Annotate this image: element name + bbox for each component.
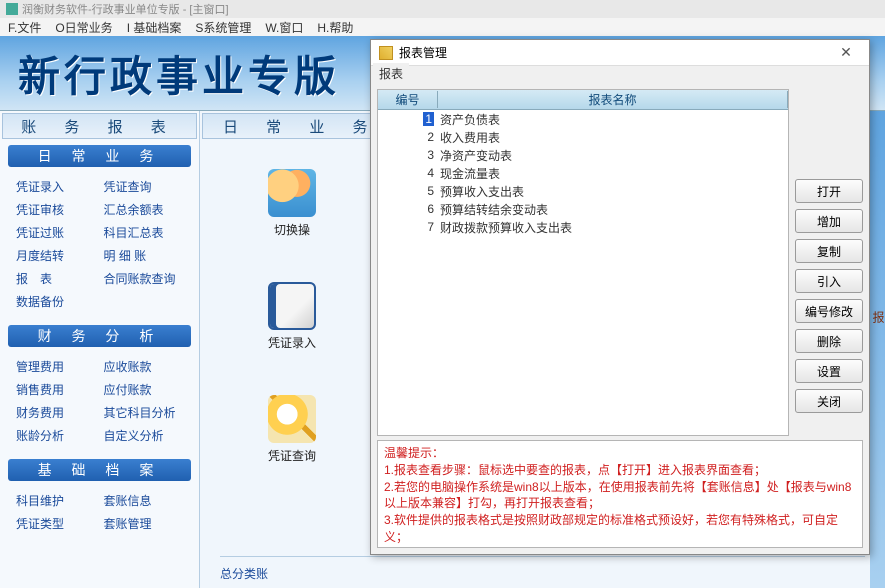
banner-title: 新行政事业专版 [18, 43, 340, 104]
dialog-icon [379, 46, 393, 60]
sidebar-link[interactable]: 账龄分析 [12, 424, 100, 447]
icon-voucher-entry[interactable]: 凭证录入 [262, 282, 322, 351]
menu-help[interactable]: H.帮助 [317, 19, 353, 35]
col-name: 报表名称 [438, 91, 788, 108]
table-row[interactable]: 7财政拨款预算收入支出表 [378, 218, 788, 236]
window-title: 润衡财务软件-行政事业单位专版 - [主窗口] [22, 1, 229, 17]
sidebar-link[interactable]: 报 表 [12, 267, 100, 290]
dialog-title: 报表管理 [399, 44, 831, 61]
dialog-button-增加[interactable]: 增加 [795, 209, 863, 233]
report-manage-dialog: 报表管理 ✕ 报表 编号 报表名称 1资产负债表2收入费用表3净资产变动表4现金… [370, 39, 870, 555]
sidebar-link[interactable]: 财务费用 [12, 401, 100, 424]
sidebar-link[interactable]: 科目维护 [12, 489, 100, 512]
sidebar-link[interactable]: 凭证过账 [12, 221, 100, 244]
dialog-group-label: 报表 [373, 63, 409, 84]
dialog-button-复制[interactable]: 复制 [795, 239, 863, 263]
sidebar-link[interactable]: 销售费用 [12, 378, 100, 401]
document-icon [268, 282, 316, 330]
sidebar-link[interactable]: 汇总余额表 [100, 198, 188, 221]
sidebar-link[interactable]: 套账管理 [100, 512, 188, 535]
table-row[interactable]: 3净资产变动表 [378, 146, 788, 164]
sidebar-section-header: 基 础 档 案 [8, 459, 191, 481]
dialog-button-编号修改[interactable]: 编号修改 [795, 299, 863, 323]
sidebar-link[interactable]: 数据备份 [12, 290, 100, 313]
dialog-button-设置[interactable]: 设置 [795, 359, 863, 383]
right-sidebar: 报 [870, 111, 885, 588]
table-row[interactable]: 1资产负债表 [378, 110, 788, 128]
sidebar-link[interactable]: 凭证查询 [100, 175, 188, 198]
menu-base[interactable]: I 基础档案 [127, 19, 182, 35]
dialog-button-引入[interactable]: 引入 [795, 269, 863, 293]
sidebar-link[interactable]: 科目汇总表 [100, 221, 188, 244]
sidebar-panel-title: 账 务 报 表 [2, 113, 197, 139]
sidebar-link[interactable]: 凭证审核 [12, 198, 100, 221]
icon-voucher-query[interactable]: 凭证查询 [262, 395, 322, 464]
tip-line: 2.若您的电脑操作系统是win8以上版本，在使用报表前先将【套账信息】处【报表与… [384, 479, 856, 513]
menubar: F.文件 O日常业务 I 基础档案 S系统管理 W.窗口 H.帮助 [0, 18, 885, 36]
close-icon[interactable]: ✕ [831, 44, 861, 61]
table-header: 编号 报表名称 [378, 90, 788, 110]
tip-line: 1.报表查看步骤：鼠标选中要查的报表，点【打开】进入报表界面查看； [384, 462, 856, 479]
sidebar-section-header: 日 常 业 务 [8, 145, 191, 167]
people-icon [268, 169, 316, 217]
dialog-buttons: 打开增加复制引入编号修改删除设置关闭 [795, 89, 863, 436]
right-sidebar-label: 报 [870, 311, 885, 323]
sidebar-link[interactable]: 套账信息 [100, 489, 188, 512]
search-folder-icon [268, 395, 316, 443]
sidebar-link[interactable]: 管理费用 [12, 355, 100, 378]
dialog-button-打开[interactable]: 打开 [795, 179, 863, 203]
table-row[interactable]: 6预算结转结余变动表 [378, 200, 788, 218]
sidebar-link[interactable]: 应付账款 [100, 378, 188, 401]
sidebar: 账 务 报 表 日 常 业 务凭证录入凭证查询凭证审核汇总余额表凭证过账科目汇总… [0, 111, 200, 588]
table-row[interactable]: 4现金流量表 [378, 164, 788, 182]
sidebar-link[interactable]: 其它科目分析 [100, 401, 188, 424]
window-titlebar: 润衡财务软件-行政事业单位专版 - [主窗口] [0, 0, 885, 18]
sidebar-link [100, 290, 188, 313]
icon-switch-user[interactable]: 切换操 [262, 169, 322, 238]
sidebar-link[interactable]: 凭证类型 [12, 512, 100, 535]
tip-line: 4.部分杀毒软件可能会影响您报表运行，在使用报表前建议关闭杀毒软件或安全卫士等第… [384, 546, 856, 548]
table-row[interactable]: 2收入费用表 [378, 128, 788, 146]
app-icon [6, 3, 18, 15]
tip-line: 3.软件提供的报表格式是按照财政部规定的标准格式预设好，若您有特殊格式，可自定义… [384, 512, 856, 546]
sidebar-link[interactable]: 明 细 账 [100, 244, 188, 267]
sidebar-link[interactable]: 合同账款查询 [100, 267, 188, 290]
sidebar-link[interactable]: 自定义分析 [100, 424, 188, 447]
dialog-titlebar: 报表管理 ✕ [371, 40, 869, 66]
dialog-button-删除[interactable]: 删除 [795, 329, 863, 353]
sidebar-link[interactable]: 凭证录入 [12, 175, 100, 198]
dialog-button-关闭[interactable]: 关闭 [795, 389, 863, 413]
menu-window[interactable]: W.窗口 [265, 19, 303, 35]
sidebar-link[interactable]: 月度结转 [12, 244, 100, 267]
report-list: 编号 报表名称 1资产负债表2收入费用表3净资产变动表4现金流量表5预算收入支出… [377, 89, 789, 436]
col-id: 编号 [378, 91, 438, 108]
sidebar-section-header: 财 务 分 析 [8, 325, 191, 347]
menu-file[interactable]: F.文件 [8, 19, 41, 35]
sidebar-link[interactable]: 应收账款 [100, 355, 188, 378]
menu-system[interactable]: S系统管理 [195, 19, 251, 35]
content-bottom-links: 总分类账 [220, 556, 865, 582]
menu-daily[interactable]: O日常业务 [55, 19, 112, 35]
dialog-tips: 温馨提示： 1.报表查看步骤：鼠标选中要查的报表，点【打开】进入报表界面查看；2… [377, 440, 863, 548]
link-general-ledger[interactable]: 总分类账 [220, 565, 268, 582]
table-row[interactable]: 5预算收入支出表 [378, 182, 788, 200]
